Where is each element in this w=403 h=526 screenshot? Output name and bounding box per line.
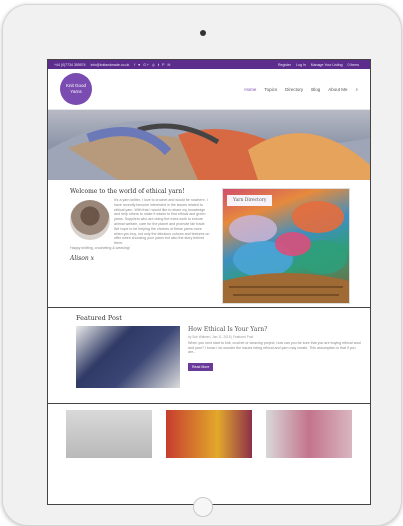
thumbnail-3[interactable] (266, 410, 352, 458)
nav-blog[interactable]: Blog (311, 87, 320, 92)
thumbnail-1[interactable] (66, 410, 152, 458)
welcome-section: Welcome to the world of ethical yarn! It… (48, 180, 370, 308)
yarn-basket-image (223, 201, 349, 303)
social-icons[interactable]: f ♥ G+ ◎ 𝐭 P ✉ (134, 63, 171, 67)
nav-about[interactable]: About Me (328, 87, 347, 92)
signature: Alison x (70, 254, 95, 262)
featured-image[interactable] (76, 326, 180, 388)
thumbnail-2[interactable] (166, 410, 252, 458)
yarn-directory-card[interactable]: Yarn Directory (222, 188, 350, 304)
register-link[interactable]: Register (278, 63, 291, 67)
nav-home[interactable]: Home (244, 87, 256, 92)
email-link[interactable]: info@knitandmade.co.uk (91, 63, 130, 67)
home-button[interactable] (193, 497, 213, 517)
post-excerpt: When you next start to knit, crochet or … (188, 341, 361, 354)
welcome-closing: Happy knitting, crocheting & weaving! (70, 245, 130, 250)
search-icon[interactable]: ⌕ (355, 87, 358, 92)
author-avatar (70, 200, 110, 240)
read-more-button[interactable]: Read More (188, 362, 214, 371)
phone-text: +44 (0)7734 355974 (54, 62, 86, 67)
tablet-frame: +44 (0)7734 355974 info@knitandmade.co.u… (2, 4, 402, 526)
manage-listing-link[interactable]: Manage Your Listing (311, 63, 343, 67)
featured-title: Featured Post (76, 314, 122, 322)
nav-topics[interactable]: Topics (264, 87, 277, 92)
website-screen: +44 (0)7734 355974 info@knitandmade.co.u… (47, 59, 371, 505)
welcome-title: Welcome to the world of ethical yarn! (70, 188, 185, 195)
main-nav: Home Topics Directory Blog About Me ⌕ (236, 87, 358, 92)
hero-yarn-illustration (48, 121, 370, 180)
yarn-directory-label[interactable]: Yarn Directory (227, 195, 273, 206)
login-link[interactable]: Log In (296, 63, 306, 67)
post-meta: by Sue Walmer | Jan 11, 2018 | Featured … (188, 335, 254, 339)
thumbnail-row (48, 404, 370, 464)
camera-icon (200, 30, 206, 36)
post-title[interactable]: How Ethical Is Your Yarn? (188, 326, 362, 333)
site-logo[interactable]: Knit Good Yarns (60, 73, 92, 105)
hero-banner (48, 110, 370, 180)
site-header: Knit Good Yarns Home Topics Directory Bl… (48, 69, 370, 110)
nav-directory[interactable]: Directory (285, 87, 303, 92)
top-bar: +44 (0)7734 355974 info@knitandmade.co.u… (48, 60, 370, 69)
cart-link[interactable]: 0 Items (348, 63, 359, 67)
featured-post-section: Featured Post How Ethical Is Your Yarn? … (48, 308, 370, 404)
